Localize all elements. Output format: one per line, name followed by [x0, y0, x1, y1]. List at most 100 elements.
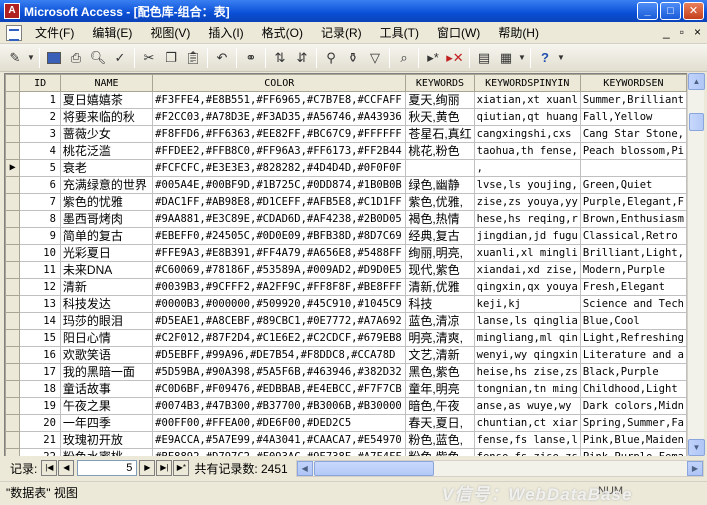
cell-color[interactable]: #C0D6BF,#F09476,#EDBBAB,#E4EBCC,#F7F7CB — [152, 380, 407, 398]
cell-keywords[interactable]: 粉色,紫色, — [405, 448, 475, 456]
scroll-up-arrow-icon[interactable]: ▲ — [688, 73, 705, 90]
copy-icon[interactable]: ❐ — [160, 47, 182, 69]
cell-name[interactable]: 夏日嬉嬉茶 — [59, 91, 154, 109]
cell-id[interactable]: 21 — [19, 431, 61, 449]
view-dropdown-arrow-icon[interactable]: ▼ — [26, 47, 36, 69]
apply-filter-icon[interactable]: ▽ — [364, 47, 386, 69]
cell-keywords[interactable]: 粉色,蓝色, — [405, 431, 475, 449]
doc-close-button[interactable]: × — [694, 25, 701, 39]
column-header-keywordspinyin[interactable]: KEYWORDSPINYIN — [473, 74, 581, 92]
cell-name[interactable]: 紫色的忧雅 — [59, 193, 154, 211]
cell-id[interactable]: 22 — [19, 448, 61, 456]
new-record-button[interactable]: ▶* — [173, 460, 190, 476]
cell-keywordspinyin[interactable]: , — [473, 159, 581, 177]
scroll-right-arrow-icon[interactable]: ▶ — [687, 460, 703, 476]
cell-keywordspinyin[interactable]: taohua,th fense, — [473, 142, 581, 160]
cell-name[interactable]: 充满绿意的世界 — [59, 176, 154, 194]
cell-keywords[interactable]: 经典,复古 — [405, 227, 475, 245]
cell-id[interactable]: 12 — [19, 278, 61, 296]
cell-keywordspinyin[interactable]: chuntian,ct xiar — [473, 414, 581, 432]
next-record-button[interactable]: ▶ — [139, 460, 156, 476]
cell-color[interactable]: #E9ACCA,#5A7E99,#4A3041,#CAACA7,#E54970 — [152, 431, 407, 449]
cell-keywordsen[interactable]: Peach blossom,Pi — [579, 142, 687, 160]
vertical-scrollbar[interactable]: ▲ ▼ — [687, 73, 705, 456]
table-row[interactable]: 21 玫瑰初开放 #E9ACCA,#5A7E99,#4A3041,#CAACA7,#… — [5, 431, 687, 449]
cell-id[interactable]: 19 — [19, 397, 61, 415]
minimize-button[interactable]: _ — [637, 2, 658, 20]
cell-color[interactable]: #FCFCFC,#E3E3E3,#828282,#4D4D4D,#0F0F0F — [152, 159, 407, 177]
cell-keywordsen[interactable]: Spring,Summer,Fa — [579, 414, 687, 432]
cell-keywords[interactable]: 黑色,紫色 — [405, 363, 475, 381]
cell-color[interactable]: #F3FFE4,#E8B551,#FF6965,#C7B7E8,#CCFAFF — [152, 91, 407, 109]
filter-by-form-icon[interactable]: ⚱ — [342, 47, 364, 69]
cell-color[interactable]: #0074B3,#47B300,#B37700,#B3006B,#B30000 — [152, 397, 407, 415]
cell-name[interactable]: 蔷薇少女 — [59, 125, 154, 143]
cell-name[interactable]: 玛莎的眼泪 — [59, 312, 154, 330]
cell-id[interactable]: 14 — [19, 312, 61, 330]
row-selector[interactable] — [5, 210, 21, 228]
cell-keywordspinyin[interactable]: xiandai,xd zise, — [473, 261, 581, 279]
row-selector[interactable]: ▶ — [5, 159, 21, 177]
cell-keywordspinyin[interactable]: cangxingshi,cxs — [473, 125, 581, 143]
close-button[interactable]: ✕ — [683, 2, 704, 20]
cell-keywordsen[interactable]: Cang Star Stone, — [579, 125, 687, 143]
table-row[interactable]: 9 简单的复古 #EBEFF0,#24505C,#0D0E09,#BFB38D,#8… — [5, 227, 687, 245]
cell-keywordsen[interactable]: Pink,Purple,Fema — [579, 448, 687, 456]
row-selector[interactable] — [5, 108, 21, 126]
doc-minimize-button[interactable]: _ — [663, 25, 670, 39]
table-row[interactable]: 18 童话故事 #C0D6BF,#F09476,#EDBBAB,#E4EBCC,#F… — [5, 380, 687, 398]
cell-keywordspinyin[interactable]: xiatian,xt xuanl — [473, 91, 581, 109]
cell-keywordsen[interactable]: Light,Refreshing — [579, 329, 687, 347]
new-object-dropdown-arrow-icon[interactable]: ▼ — [517, 47, 527, 69]
cell-id[interactable]: 1 — [19, 91, 61, 109]
cell-keywordsen[interactable]: Purple,Elegant,F — [579, 193, 687, 211]
cell-keywordspinyin[interactable]: keji,kj — [473, 295, 581, 313]
cell-keywords[interactable]: 蓝色,清凉 — [405, 312, 475, 330]
cell-keywordspinyin[interactable]: heise,hs zise,zs — [473, 363, 581, 381]
cell-id[interactable]: 15 — [19, 329, 61, 347]
cell-keywords[interactable]: 绿色,幽静 — [405, 176, 475, 194]
row-selector[interactable] — [5, 176, 21, 194]
table-row[interactable]: 8 墨西哥烤肉 #9AA881,#E3C89E,#CDAD6D,#AF4238,#2… — [5, 210, 687, 228]
cell-id[interactable]: 13 — [19, 295, 61, 313]
column-header-color[interactable]: COLOR — [152, 74, 407, 92]
cell-keywords[interactable]: 现代,紫色 — [405, 261, 475, 279]
cell-id[interactable]: 2 — [19, 108, 61, 126]
cell-color[interactable]: #C60069,#78186F,#53589A,#009AD2,#D9D0E5 — [152, 261, 407, 279]
cell-color[interactable]: #C2F012,#87F2D4,#C1E6E2,#C2CDCF,#679EB8 — [152, 329, 407, 347]
cell-keywordspinyin[interactable]: qiutian,qt huang — [473, 108, 581, 126]
cell-keywords[interactable]: 明亮,清爽, — [405, 329, 475, 347]
row-selector[interactable] — [5, 329, 21, 347]
row-selector[interactable] — [5, 227, 21, 245]
table-row[interactable]: 13 科技发达 #0000B3,#000000,#509920,#45C910,#1… — [5, 295, 687, 313]
cell-keywordspinyin[interactable]: mingliang,ml qin — [473, 329, 581, 347]
cell-keywordsen[interactable]: Modern,Purple — [579, 261, 687, 279]
menu-records[interactable]: 记录(R) — [312, 23, 371, 43]
delete-record-icon[interactable]: ▸✕ — [444, 47, 466, 69]
cell-name[interactable]: 午夜之果 — [59, 397, 154, 415]
cell-keywords[interactable]: 科技 — [405, 295, 475, 313]
vertical-scroll-thumb[interactable] — [689, 113, 704, 131]
cell-keywordsen[interactable] — [579, 159, 687, 177]
print-preview-icon[interactable]: 🔍︎ — [87, 47, 109, 69]
column-header-keywordsen[interactable]: KEYWORDSEN — [579, 74, 687, 92]
toolbar-options-arrow-icon[interactable]: ▼ — [556, 47, 566, 69]
cell-keywords[interactable]: 夏天,绚丽 — [405, 91, 475, 109]
cell-color[interactable]: #00FF00,#FFEA00,#DE6F00,#DED2C5 — [152, 414, 407, 432]
doc-restore-button[interactable]: ▫ — [680, 25, 684, 39]
cell-keywords[interactable]: 童年,明亮 — [405, 380, 475, 398]
cell-keywords[interactable]: 桃花,粉色 — [405, 142, 475, 160]
column-header-name[interactable]: NAME — [59, 74, 154, 92]
cell-name[interactable]: 清新 — [59, 278, 154, 296]
table-row[interactable]: 11 未来DNA #C60069,#78186F,#53589A,#009AD2,#… — [5, 261, 687, 279]
menu-tools[interactable]: 工具(T) — [371, 23, 428, 43]
print-icon[interactable]: ⎙ — [65, 47, 87, 69]
cell-color[interactable]: #F2CC03,#A78D3E,#F3AD35,#A56746,#A43936 — [152, 108, 407, 126]
cell-name[interactable]: 欢歌笑语 — [59, 346, 154, 364]
row-selector[interactable] — [5, 414, 21, 432]
new-record-icon[interactable]: ▸* — [422, 47, 444, 69]
table-row[interactable]: 6 充满绿意的世界 #005A4E,#00BF9D,#1B725C,#0DD874,… — [5, 176, 687, 194]
cell-keywordspinyin[interactable]: anse,as wuye,wy — [473, 397, 581, 415]
cell-name[interactable]: 童话故事 — [59, 380, 154, 398]
cell-keywordspinyin[interactable]: zise,zs youya,yy — [473, 193, 581, 211]
